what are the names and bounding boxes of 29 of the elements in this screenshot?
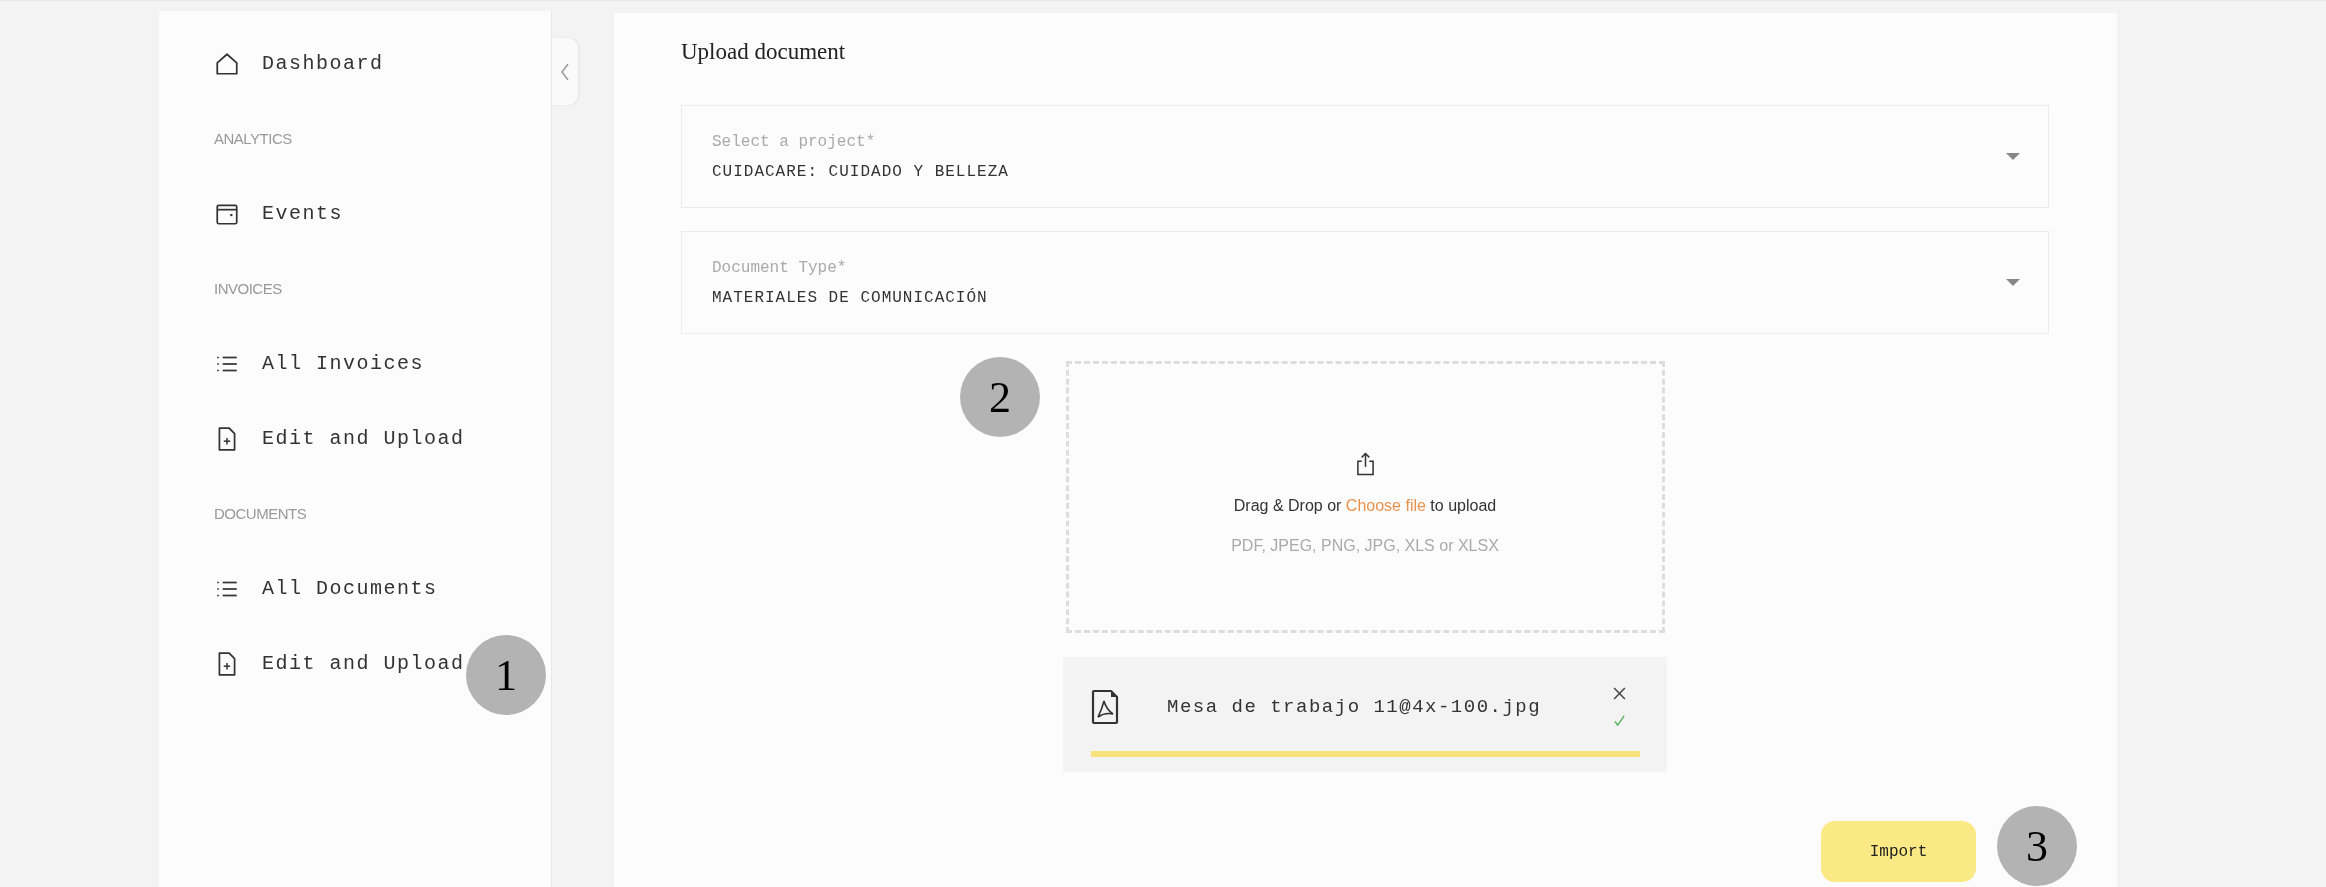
file-formats-hint: PDF, JPEG, PNG, JPG, XLS or XLSX (1231, 537, 1499, 555)
caret-icon (2006, 278, 2020, 287)
upload-icon (1355, 451, 1375, 477)
file-drop-zone[interactable]: Drag & Drop or Choose file to upload PDF, JPEG, PNG, JPG, XLS or XLSX (1065, 361, 1665, 633)
sidebar-item[interactable]: All Invoices (262, 352, 425, 375)
file-name: Mesa de trabajo 11@4x-100.jpg (1167, 696, 1543, 718)
field-value: MATERIALES DE COMUNICACIÓN (712, 288, 989, 307)
section-header: DOCUMENTS (214, 505, 307, 522)
import-button[interactable]: Import (1821, 821, 1976, 882)
sidebar-item[interactable]: Dashboard (262, 52, 384, 75)
sidebar-item[interactable]: Edit and Upload (262, 427, 465, 450)
select-field[interactable]: Select a project* CUIDACARE: CUIDADO Y BELLEZA (681, 105, 2049, 208)
field-value: CUIDACARE: CUIDADO Y BELLEZA (712, 162, 1010, 181)
annotation-marker: 1 (466, 635, 546, 715)
annotation-marker: 2 (960, 357, 1040, 437)
field-label: Document Type* (712, 258, 848, 277)
caret-icon (2006, 152, 2020, 161)
page-title: Upload document (681, 39, 847, 65)
section-header: INVOICES (214, 280, 282, 297)
select-field[interactable]: Document Type* MATERIALES DE COMUNICACIÓN (681, 231, 2049, 334)
sidebar-item[interactable]: Edit and Upload (262, 652, 465, 675)
close-icon[interactable] (1613, 687, 1626, 700)
sidebar-item[interactable]: Events (262, 202, 343, 225)
annotation-marker: 3 (1997, 806, 2077, 886)
section-header: ANALYTICS (214, 130, 292, 147)
field-label: Select a project* (712, 132, 877, 151)
upload-instructions: Drag & Drop or Choose file to upload (1233, 497, 1497, 515)
sidebar-item[interactable]: All Documents (262, 577, 438, 600)
pdf-file-icon (1091, 689, 1119, 725)
